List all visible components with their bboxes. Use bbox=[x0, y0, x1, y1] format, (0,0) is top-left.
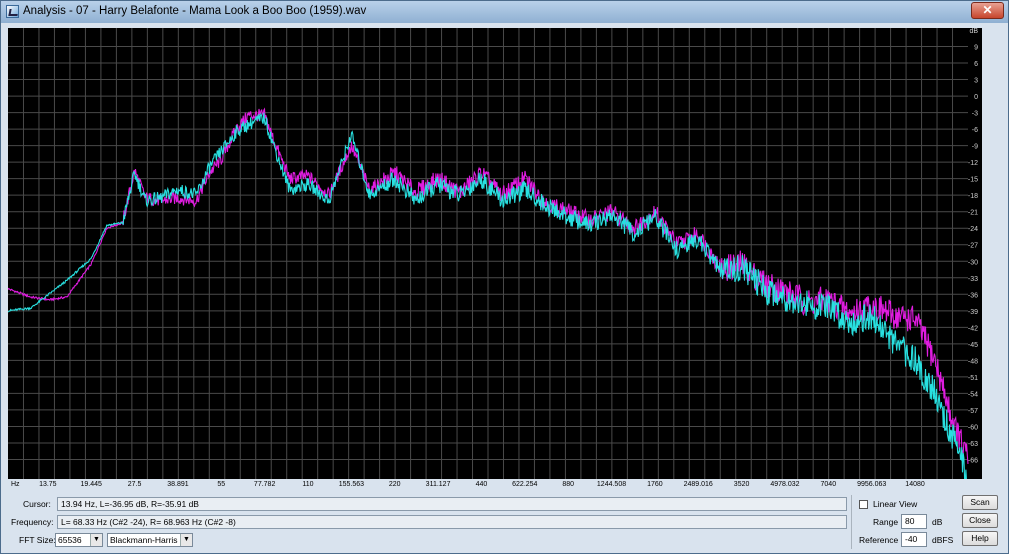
x-tick-label: 55 bbox=[217, 481, 226, 488]
y-tick-label: -51 bbox=[968, 375, 978, 382]
range-input[interactable]: 80 bbox=[901, 514, 927, 529]
y-tick-label: -66 bbox=[968, 457, 978, 464]
chevron-down-icon: ▼ bbox=[90, 534, 102, 546]
chevron-down-icon: ▼ bbox=[180, 534, 192, 546]
y-tick-label: -54 bbox=[968, 391, 978, 398]
reference-input[interactable]: -40 bbox=[901, 532, 927, 547]
y-tick-label: -48 bbox=[968, 358, 978, 365]
spectrum-plot[interactable]: dB 9 6 3 0 -3 -6 -9 -12 -15 -18 -21 -24 -27 -30 -33 -36 -… bbox=[8, 28, 982, 479]
x-tick-label: 19.445 bbox=[80, 481, 102, 488]
window-function-value: Blackmann-Harris bbox=[110, 535, 178, 545]
x-tick-label: 220 bbox=[388, 481, 401, 488]
cursor-label: Cursor: bbox=[23, 499, 51, 509]
x-tick-label: 7040 bbox=[820, 481, 837, 488]
x-tick-label: 440 bbox=[475, 481, 488, 488]
y-tick-label: -30 bbox=[968, 259, 978, 266]
x-tick-label: 1760 bbox=[647, 481, 663, 488]
y-tick-label: -45 bbox=[968, 342, 978, 349]
linear-view-checkbox[interactable] bbox=[859, 500, 868, 509]
x-tick-label: 110 bbox=[302, 481, 314, 488]
y-tick-label: -9 bbox=[972, 144, 978, 151]
y-tick-label: -18 bbox=[968, 193, 978, 200]
y-tick-label: dB bbox=[969, 28, 978, 35]
close-button[interactable]: Close bbox=[962, 513, 998, 528]
fft-size-select[interactable]: 65536 ▼ bbox=[55, 533, 103, 547]
x-tick-label: 9956.063 bbox=[857, 481, 887, 488]
range-label: Range bbox=[873, 517, 899, 527]
x-tick-label: 13.75 bbox=[39, 481, 57, 488]
reference-label: Reference bbox=[859, 535, 899, 545]
y-tick-label: -33 bbox=[968, 276, 978, 283]
divider bbox=[851, 495, 852, 549]
x-tick-label: 622.254 bbox=[512, 481, 538, 488]
x-tick-label: 14080 bbox=[905, 481, 925, 488]
y-tick-label: -63 bbox=[968, 441, 978, 448]
y-tick-label: -15 bbox=[968, 177, 978, 184]
y-tick-label: -21 bbox=[968, 210, 978, 217]
window-close-button[interactable]: ✕ bbox=[971, 2, 1004, 19]
x-tick-label: 4978.032 bbox=[770, 481, 800, 488]
y-tick-label: -39 bbox=[968, 309, 978, 316]
fft-size-value: 65536 bbox=[58, 535, 82, 545]
y-tick-label: 0 bbox=[974, 94, 978, 101]
window-function-select[interactable]: Blackmann-Harris ▼ bbox=[107, 533, 193, 547]
reference-unit: dBFS bbox=[932, 535, 954, 545]
x-tick-label: 2489.016 bbox=[683, 481, 713, 488]
x-tick-label: 27.5 bbox=[127, 481, 142, 488]
y-tick-label: 6 bbox=[974, 61, 978, 68]
scan-button[interactable]: Scan bbox=[962, 495, 998, 510]
fft-size-label: FFT Size: bbox=[19, 535, 56, 545]
y-tick-label: -12 bbox=[968, 160, 978, 167]
x-tick-label: 880 bbox=[562, 481, 574, 488]
x-tick-label: 1244.508 bbox=[596, 481, 627, 488]
y-tick-label: -6 bbox=[972, 127, 978, 134]
x-tick-label: 3520 bbox=[733, 481, 750, 488]
title-bar[interactable]: Analysis - 07 - Harry Belafonte - Mama L… bbox=[1, 1, 1008, 23]
x-tick-label: 155.563 bbox=[338, 481, 365, 488]
y-tick-label: -3 bbox=[972, 111, 978, 118]
y-tick-label: -24 bbox=[968, 226, 978, 233]
y-tick-label: -27 bbox=[968, 243, 978, 250]
range-unit: dB bbox=[932, 517, 943, 527]
x-axis-unit-label: Hz bbox=[11, 481, 20, 488]
window-title: Analysis - 07 - Harry Belafonte - Mama L… bbox=[23, 5, 367, 17]
spectrum-chart: dB 9 6 3 0 -3 -6 -9 -12 -15 -18 -21 -24 -27 -30 -33 -36 -… bbox=[8, 28, 978, 479]
y-tick-label: -60 bbox=[968, 424, 978, 431]
frequency-readout: L= 68.33 Hz (C#2 -24), R= 68.963 Hz (C#2… bbox=[57, 515, 847, 529]
help-button[interactable]: Help bbox=[962, 531, 998, 546]
analysis-window: Analysis - 07 - Harry Belafonte - Mama L… bbox=[0, 0, 1009, 554]
analysis-app-icon bbox=[6, 5, 19, 18]
y-tick-label: -42 bbox=[968, 325, 978, 332]
y-tick-label: -57 bbox=[968, 408, 978, 415]
y-tick-label: -36 bbox=[968, 292, 978, 299]
x-tick-label: 77.782 bbox=[253, 481, 276, 488]
y-tick-label: 9 bbox=[974, 45, 978, 52]
cursor-readout: 13.94 Hz, L=-36.95 dB, R=-35.91 dB bbox=[57, 497, 847, 511]
linear-view-label: Linear View bbox=[873, 499, 918, 509]
y-tick-label: 3 bbox=[974, 78, 978, 85]
x-tick-label: 38.891 bbox=[167, 481, 189, 488]
frequency-label: Frequency: bbox=[11, 517, 54, 527]
x-tick-label: 311.127 bbox=[425, 481, 451, 488]
status-panel: Cursor: 13.94 Hz, L=-36.95 dB, R=-35.91 … bbox=[1, 493, 1008, 553]
